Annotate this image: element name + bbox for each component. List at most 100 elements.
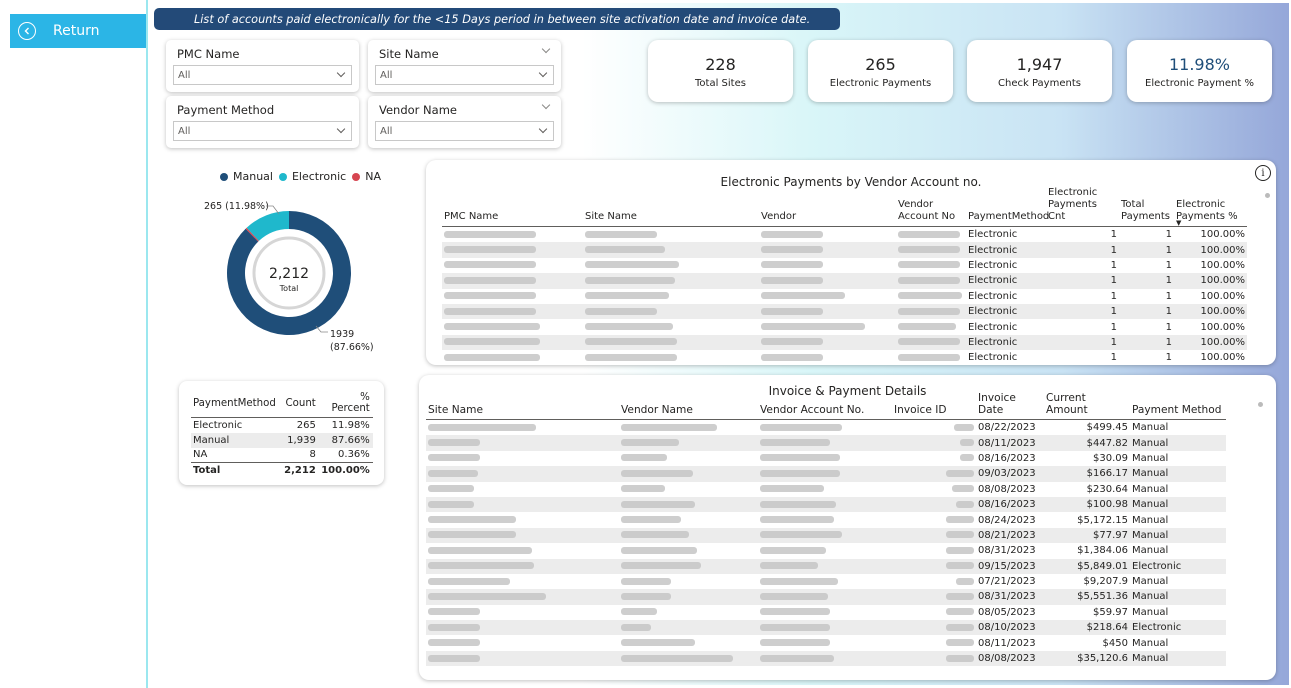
table-row[interactable]: Manual 1,939 87.66% (191, 432, 373, 448)
table-row[interactable]: 08/31/2023 $1,384.06 Manual (426, 543, 1226, 558)
table-row[interactable]: 08/31/2023 $5,551.36 Manual (426, 589, 1226, 605)
table-row[interactable]: 08/22/2023 $499.45 Manual (426, 420, 1226, 435)
table-row[interactable]: 08/16/2023 $30.09 Manual (426, 451, 1226, 466)
column-header[interactable]: Vendor Account No (896, 199, 966, 226)
slicer-title: Site Name (379, 47, 439, 61)
chevron-down-icon (538, 68, 548, 78)
column-header[interactable]: Electronic Payments Cnt (1046, 187, 1119, 226)
table-cell: $77.97 (1093, 529, 1128, 541)
table-row[interactable]: Electronic 1 1 100.00% (442, 227, 1247, 242)
scroll-handle[interactable] (1265, 193, 1270, 198)
slicer-site-name[interactable]: Site Name All (368, 40, 561, 92)
kpi-caption: Check Payments (998, 78, 1081, 89)
column-header[interactable]: Site Name (426, 404, 619, 419)
return-button[interactable]: Return (10, 14, 146, 48)
slicer-payment-method[interactable]: Payment Method All (166, 96, 359, 148)
donut-center-label: Total (279, 284, 299, 293)
column-header-sorted[interactable]: Electronic Payments % ▼ (1174, 199, 1247, 227)
redacted-cell (583, 260, 759, 271)
column-header[interactable]: Total Payments (1119, 199, 1174, 226)
summary-cell: Electronic (193, 419, 243, 431)
redacted-cell (758, 438, 892, 449)
sort-desc-icon: ▼ (1176, 219, 1182, 227)
column-header[interactable]: Invoice Date (976, 392, 1044, 419)
chevron-down-icon (538, 124, 548, 134)
table-row[interactable]: 08/11/2023 $450 Manual (426, 635, 1226, 650)
column-header[interactable]: PMC Name (442, 211, 583, 226)
site-name-dropdown[interactable]: All (375, 65, 554, 85)
table-cell: $166.17 (1086, 468, 1128, 480)
table-cell: 08/05/2023 (978, 606, 1036, 618)
donut-label-manual-pct: (87.66%) (330, 342, 374, 353)
column-header[interactable]: Vendor Name (619, 404, 758, 419)
report-banner: List of accounts paid electronically for… (154, 8, 840, 30)
table-row[interactable]: 08/08/2023 $35,120.6 Manual (426, 650, 1226, 667)
table-cell: 1 (1165, 290, 1172, 302)
vendor-table: PMC Name Site Name Vendor Vendor Account… (442, 187, 1247, 366)
redacted-cell (619, 438, 758, 449)
payment-method-dropdown[interactable]: All (173, 121, 352, 141)
summary-header[interactable]: Count (278, 392, 319, 418)
table-row[interactable]: 07/21/2023 $9,207.9 Manual (426, 574, 1226, 589)
table-row[interactable]: Electronic 1 1 100.00% (442, 350, 1247, 365)
table-row[interactable]: 08/11/2023 $447.82 Manual (426, 435, 1226, 451)
table-row[interactable]: 09/15/2023 $5,849.01 Electronic (426, 558, 1226, 574)
chevron-down-icon[interactable] (541, 44, 551, 54)
redacted-cell (758, 515, 892, 526)
slicer-vendor-name[interactable]: Vendor Name All (368, 96, 561, 148)
table-cell: 09/15/2023 (978, 560, 1036, 572)
column-header[interactable]: Invoice ID (892, 404, 976, 419)
redacted-cell (892, 622, 976, 633)
kpi-caption: Total Sites (695, 78, 746, 89)
table-row[interactable]: Electronic 1 1 100.00% (442, 334, 1247, 351)
summary-cell: 265 (296, 419, 316, 431)
scroll-handle[interactable] (1258, 402, 1263, 407)
table-cell: Electronic (968, 321, 1018, 333)
column-header[interactable]: Vendor (759, 211, 896, 226)
table-row[interactable]: 08/21/2023 $77.97 Manual (426, 527, 1226, 544)
table-row[interactable]: Electronic 1 1 100.00% (442, 258, 1247, 273)
dropdown-value: All (178, 69, 191, 81)
chevron-down-icon[interactable] (541, 100, 551, 110)
table-row[interactable]: Electronic 1 1 100.00% (442, 289, 1247, 304)
table-row[interactable]: Electronic 265 11.98% (191, 418, 373, 433)
summary-cell: 87.66% (318, 432, 373, 448)
column-header[interactable]: Payment Method (1130, 404, 1226, 419)
column-header[interactable]: Vendor Account No. (758, 404, 892, 419)
table-cell: $35,120.6 (1077, 653, 1128, 665)
table-row[interactable]: 08/16/2023 $100.98 Manual (426, 496, 1226, 513)
table-row[interactable]: 08/24/2023 $5,172.15 Manual (426, 512, 1226, 527)
table-row[interactable]: 08/08/2023 $230.64 Manual (426, 482, 1226, 497)
column-header[interactable]: Current Amount (1044, 392, 1130, 419)
table-cell: Manual (1132, 422, 1169, 434)
table-cell: $59.97 (1093, 606, 1128, 618)
table-cell: Electronic (968, 306, 1018, 318)
payment-method-summary: PaymentMethod Count % Percent Electronic… (179, 381, 384, 485)
summary-header[interactable]: % Percent (318, 392, 373, 418)
redacted-cell (426, 515, 619, 526)
vendor-name-dropdown[interactable]: All (375, 121, 554, 141)
info-icon[interactable]: i (1255, 165, 1271, 181)
redacted-cell (583, 352, 759, 363)
table-cell: 100.00% (1200, 352, 1246, 364)
table-row[interactable]: Electronic 1 1 100.00% (442, 303, 1247, 320)
summary-header[interactable]: PaymentMethod (191, 392, 279, 418)
table-row[interactable]: 08/10/2023 $218.64 Electronic (426, 620, 1226, 636)
column-header[interactable]: PaymentMethod (966, 211, 1049, 226)
table-row[interactable]: Electronic 1 1 100.00% (442, 242, 1247, 258)
donut-chart[interactable]: 2,212 Total 265 (11.98%) 1939 (87.66%) (184, 163, 384, 363)
slicer-pmc-name[interactable]: PMC Name All (166, 40, 359, 92)
dropdown-value: All (178, 125, 191, 137)
redacted-cell (426, 468, 619, 479)
slicer-title: Payment Method (177, 103, 275, 117)
pmc-name-dropdown[interactable]: All (173, 65, 352, 85)
table-row[interactable]: NA 8 0.36% (191, 448, 373, 463)
column-header[interactable]: Site Name (583, 211, 759, 226)
table-row[interactable]: 08/05/2023 $59.97 Manual (426, 605, 1226, 620)
redacted-cell (758, 638, 892, 649)
table-row[interactable]: Electronic 1 1 100.00% (442, 273, 1247, 289)
table-row[interactable]: Electronic 1 1 100.00% (442, 319, 1247, 334)
table-row[interactable]: 09/03/2023 $166.17 Manual (426, 466, 1226, 482)
redacted-cell (892, 422, 976, 433)
redacted-cell (759, 275, 896, 286)
